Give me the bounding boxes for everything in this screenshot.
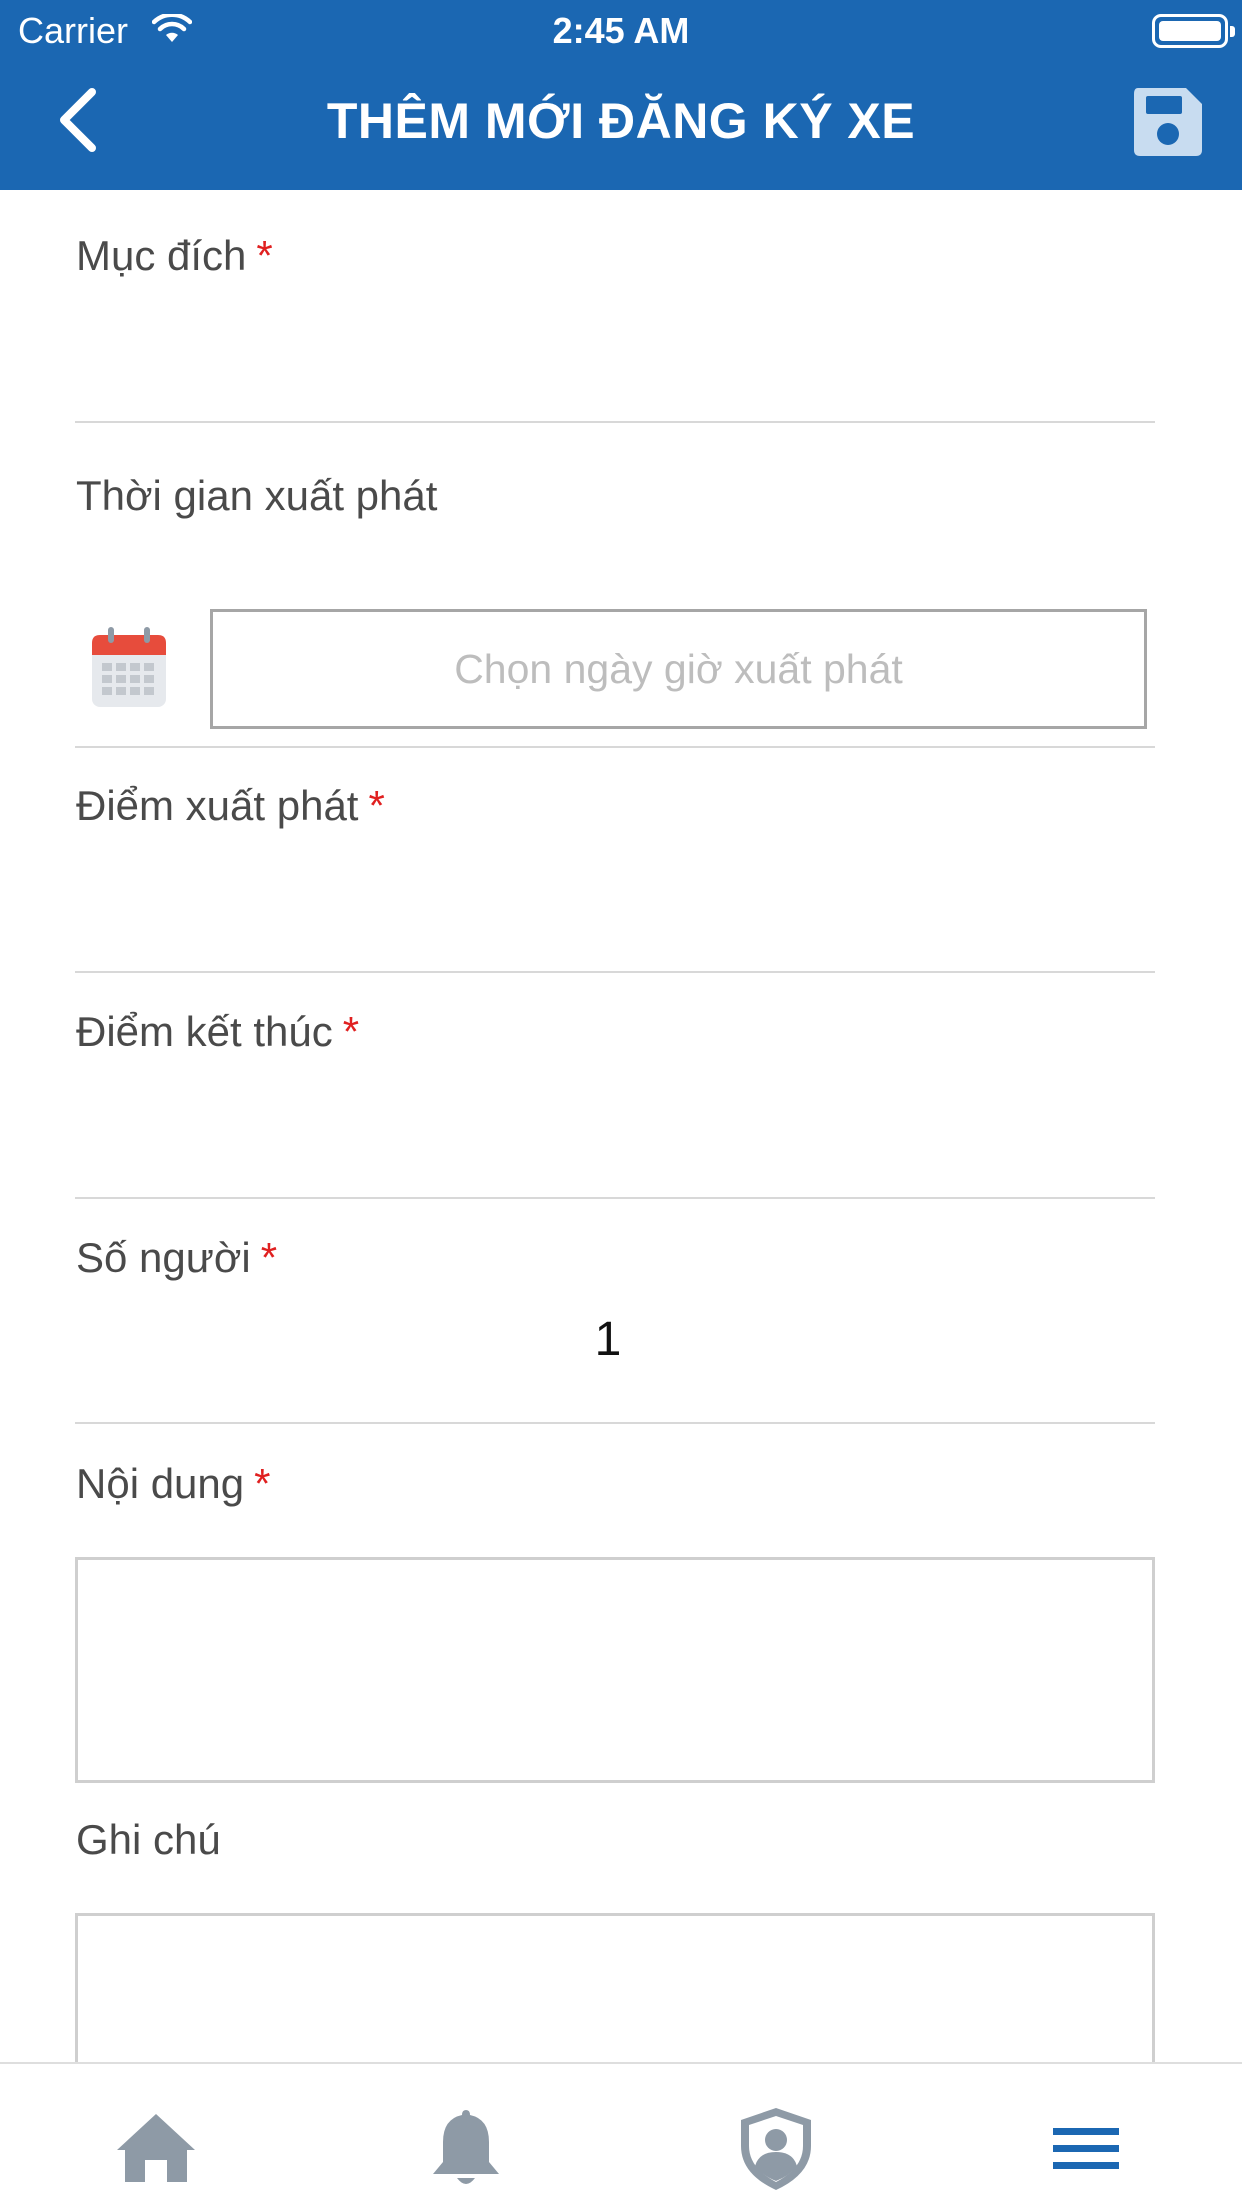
required-mark: * <box>254 1460 271 1507</box>
required-mark: * <box>256 232 273 279</box>
content-textarea[interactable] <box>75 1557 1155 1783</box>
required-mark: * <box>368 782 385 829</box>
divider <box>75 421 1155 423</box>
status-time: 2:45 AM <box>552 10 690 51</box>
divider <box>75 1422 1155 1424</box>
departure-time-picker[interactable]: Chọn ngày giờ xuất phát <box>210 609 1147 729</box>
bell-icon <box>433 2110 499 2184</box>
departure-time-label-text: Thời gian xuất phát <box>76 472 438 519</box>
home-icon <box>117 2114 195 2182</box>
page-title: THÊM MỚI ĐĂNG KÝ XE <box>326 93 916 149</box>
tab-notifications[interactable] <box>421 2104 511 2194</box>
shield-user-icon <box>741 2108 811 2190</box>
start-point-label: Điểm xuất phát * <box>76 782 385 830</box>
content-label-text: Nội dung <box>76 1460 245 1507</box>
status-bar: Carrier 2:45 AM <box>0 0 1242 62</box>
required-mark: * <box>342 1008 360 1055</box>
start-point-input[interactable] <box>75 840 1155 970</box>
required-mark: * <box>260 1234 278 1281</box>
tab-menu[interactable] <box>1041 2104 1131 2194</box>
purpose-input[interactable] <box>75 290 1155 420</box>
end-point-label: Điểm kết thúc * <box>76 1008 359 1056</box>
floppy-disk-icon <box>1134 88 1202 156</box>
start-point-label-text: Điểm xuất phát <box>76 782 359 829</box>
content-label: Nội dung * <box>76 1460 270 1508</box>
calendar-icon[interactable] <box>90 625 168 709</box>
end-point-label-text: Điểm kết thúc <box>76 1008 333 1055</box>
battery-icon <box>1152 14 1235 48</box>
tab-home[interactable] <box>111 2104 201 2194</box>
passengers-label-text: Số người <box>76 1234 251 1281</box>
departure-time-label: Thời gian xuất phát <box>76 472 437 520</box>
save-button[interactable] <box>1130 84 1206 160</box>
divider <box>75 1197 1155 1199</box>
divider <box>75 971 1155 973</box>
passengers-input[interactable]: 1 <box>0 1312 1216 1367</box>
passengers-label: Số người * <box>76 1234 277 1282</box>
end-point-input[interactable] <box>75 1066 1155 1196</box>
purpose-label: Mục đích * <box>76 232 273 280</box>
note-label: Ghi chú <box>76 1816 221 1864</box>
navigation-header: Carrier 2:45 AM THÊM MỚI ĐĂNG KÝ XE <box>0 0 1242 190</box>
menu-icon <box>1053 2128 1119 2169</box>
note-label-text: Ghi chú <box>76 1816 221 1863</box>
tab-account[interactable] <box>731 2104 821 2194</box>
divider <box>75 746 1155 748</box>
bottom-tab-bar <box>0 2062 1242 2208</box>
purpose-label-text: Mục đích <box>76 232 247 279</box>
